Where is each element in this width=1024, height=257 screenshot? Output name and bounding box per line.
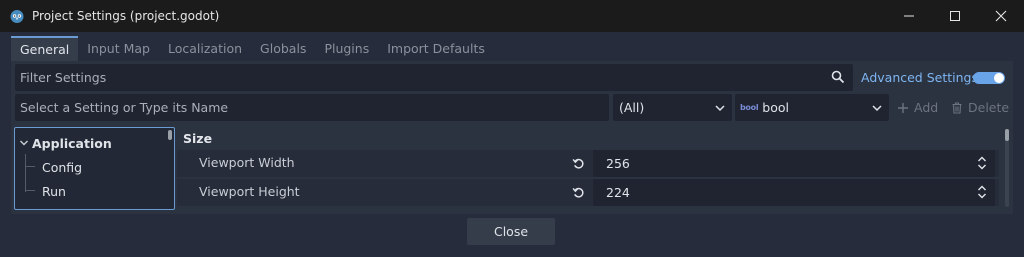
search-icon [831,70,845,84]
close-window-button[interactable] [978,0,1024,32]
section-header: Size [183,131,213,146]
advanced-settings-label: Advanced Settings [861,70,978,85]
setting-name-input[interactable]: Select a Setting or Type its Name [15,94,609,121]
tree-guide-tick [25,166,35,167]
revert-icon[interactable] [572,186,585,199]
chevron-down-icon [872,105,882,112]
window-title: Project Settings (project.godot) [32,9,220,23]
chevron-down-icon [715,105,725,112]
add-button[interactable]: Add [897,94,938,121]
close-button[interactable]: Close [467,218,555,245]
property-label: Viewport Height [199,184,300,199]
spinbox-value: 224 [606,185,630,200]
tree-item-label: Application [32,135,112,151]
tab-globals[interactable]: Globals [251,36,315,61]
feature-select-value: (All) [619,100,645,115]
filter-settings-input[interactable]: Filter Settings [15,64,853,91]
tree-item-application[interactable]: Application [19,132,112,154]
toggle-knob [994,73,1004,83]
minimize-button[interactable] [886,0,932,32]
tab-import-defaults[interactable]: Import Defaults [378,36,494,61]
up-down-arrows-icon[interactable] [977,185,987,199]
tree-item-config[interactable]: Config [42,156,82,178]
godot-logo-icon [10,10,24,23]
viewport-height-spinbox[interactable]: 224 [593,179,995,206]
property-row: Viewport Width 256 [177,150,999,177]
property-row: Viewport Height 224 [177,179,999,206]
settings-category-tree[interactable]: Application Config Run [14,127,175,210]
close-icon [995,10,1007,22]
maximize-icon [950,11,960,21]
tab-general[interactable]: General [11,36,79,61]
filter-row: Filter Settings Advanced Settings [15,64,1009,91]
feature-select[interactable]: (All) [613,94,732,121]
tab-bar: General Input Map Localization Globals P… [11,36,494,61]
plus-icon [898,102,908,113]
project-settings-dialog: General Input Map Localization Globals P… [0,32,1024,257]
tab-input-map[interactable]: Input Map [78,36,159,61]
bool-type-icon: bool [740,103,759,112]
revert-icon[interactable] [572,157,585,170]
settings-inspector: Size Viewport Width 256 Viewport Height [177,127,1011,210]
viewport-width-spinbox[interactable]: 256 [593,150,995,177]
tab-plugins[interactable]: Plugins [315,36,378,61]
window-titlebar: Project Settings (project.godot) [0,0,1024,32]
maximize-button[interactable] [932,0,978,32]
spinbox-value: 256 [606,156,630,171]
type-select-value: bool [762,100,789,115]
filter-placeholder: Filter Settings [20,70,107,85]
add-label: Add [914,100,939,115]
delete-button[interactable]: Delete [951,94,1009,121]
delete-label: Delete [968,100,1010,115]
type-select[interactable]: bool bool [735,94,889,121]
minimize-icon [904,15,914,17]
up-down-arrows-icon[interactable] [977,156,987,170]
scrollbar-thumb[interactable] [1005,129,1009,141]
tree-guide-tick [25,190,35,191]
trash-icon [952,101,962,114]
tree-item-run[interactable]: Run [42,180,66,202]
chevron-down-icon [20,140,28,146]
inspector-scrollbar[interactable] [1005,129,1009,207]
add-setting-row: Select a Setting or Type its Name (All) … [15,94,1009,121]
tree-scrollbar[interactable] [168,130,172,140]
setting-name-placeholder: Select a Setting or Type its Name [20,100,229,115]
tree-guide-line [25,154,26,192]
advanced-settings-toggle[interactable] [973,72,1005,84]
general-panel: Filter Settings Advanced Settings Select… [11,61,1013,214]
property-label: Viewport Width [199,155,295,170]
tab-localization[interactable]: Localization [159,36,251,61]
